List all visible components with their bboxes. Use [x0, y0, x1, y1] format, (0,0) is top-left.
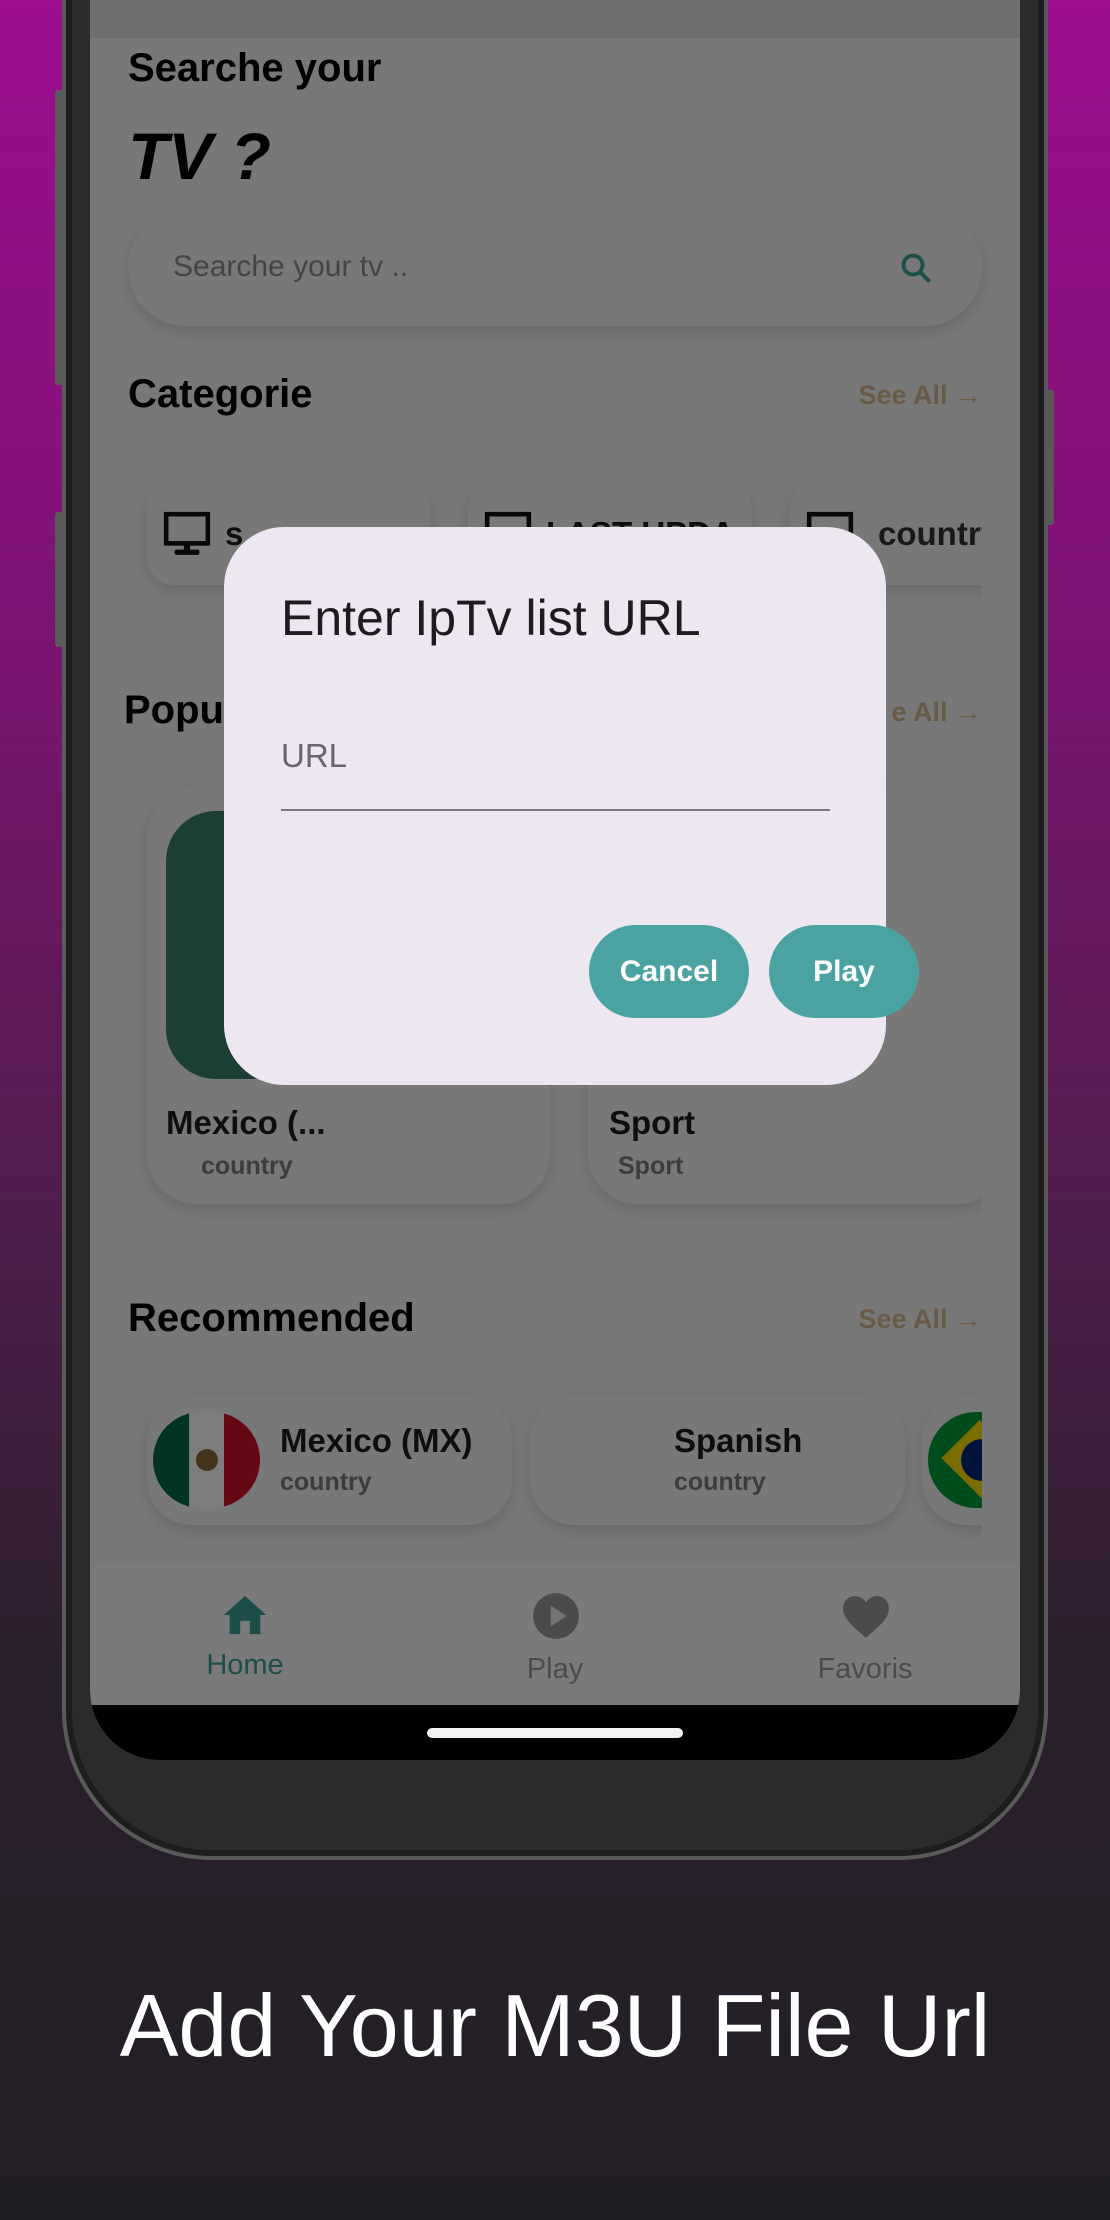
cancel-button[interactable]: Cancel	[589, 925, 749, 1018]
url-dialog: Enter IpTv list URL URL Cancel Play	[224, 527, 919, 1085]
play-circle-icon	[533, 1593, 579, 1639]
url-field-label: URL	[281, 737, 348, 774]
header-line2: TV ?	[128, 119, 271, 193]
popular-see-all[interactable]: e All →	[891, 697, 982, 728]
status-bar	[90, 0, 1020, 38]
category-label: country	[878, 515, 1000, 552]
search-icon[interactable]	[898, 250, 936, 288]
recommended-title: Recommended	[128, 1296, 415, 1340]
see-all-label: See All	[858, 380, 948, 410]
nav-label: Home	[206, 1649, 284, 1681]
volume-button	[55, 90, 63, 385]
nav-home[interactable]: Home	[145, 1563, 345, 1705]
promo-caption: Add Your M3U File Url	[119, 1976, 991, 2075]
card-title: Mexico (MX)	[280, 1422, 473, 1459]
home-icon	[223, 1595, 267, 1635]
popular-title: Popu	[124, 688, 224, 732]
arrow-right-icon: →	[955, 697, 982, 727]
recommended-card[interactable]	[922, 1395, 982, 1525]
categorie-see-all[interactable]: See All →	[858, 380, 982, 411]
search-input[interactable]: Searche your tv ..	[173, 250, 408, 284]
dialog-title: Enter IpTv list URL	[281, 590, 701, 646]
nav-play[interactable]: Play	[455, 1563, 655, 1705]
see-all-label: See All	[858, 1304, 948, 1334]
search-bar[interactable]: Searche your tv ..	[128, 210, 982, 326]
card-title: Spanish	[674, 1422, 803, 1459]
url-input[interactable]: URL	[281, 697, 830, 811]
card-subtitle: country	[280, 1468, 372, 1496]
card-title: Mexico (...	[166, 1104, 326, 1141]
recommended-card[interactable]: Mexico (MX) country	[147, 1395, 512, 1525]
play-button[interactable]: Play	[769, 925, 919, 1018]
see-all-label: e All	[891, 697, 948, 727]
heart-icon	[843, 1596, 889, 1638]
arrow-right-icon: →	[955, 380, 982, 410]
categorie-title: Categorie	[128, 372, 313, 416]
nav-favoris[interactable]: Favoris	[765, 1563, 965, 1705]
recommended-card[interactable]: Spanish country	[530, 1395, 905, 1525]
bottom-nav: Home Play Favoris	[90, 1563, 1020, 1705]
card-subtitle: country	[674, 1468, 766, 1496]
card-subtitle: Sport	[618, 1152, 684, 1180]
home-indicator[interactable]	[427, 1728, 683, 1738]
header-line1: Searche your	[128, 46, 382, 90]
nav-label: Favoris	[817, 1653, 913, 1685]
brazil-flag-icon	[928, 1412, 982, 1508]
card-title: Sport	[609, 1104, 696, 1141]
mexico-flag-icon	[153, 1412, 260, 1508]
power-button	[55, 512, 63, 647]
home-screen: Searche your TV ? Searche your tv .. Cat…	[90, 0, 1020, 1705]
phone-screen: Searche your TV ? Searche your tv .. Cat…	[90, 0, 1020, 1760]
nav-label: Play	[526, 1653, 584, 1685]
arrow-right-icon: →	[955, 1304, 982, 1334]
monitor-icon	[163, 511, 211, 555]
card-subtitle: country	[201, 1152, 293, 1180]
side-button	[1046, 390, 1054, 525]
recommended-see-all[interactable]: See All →	[858, 1304, 982, 1335]
